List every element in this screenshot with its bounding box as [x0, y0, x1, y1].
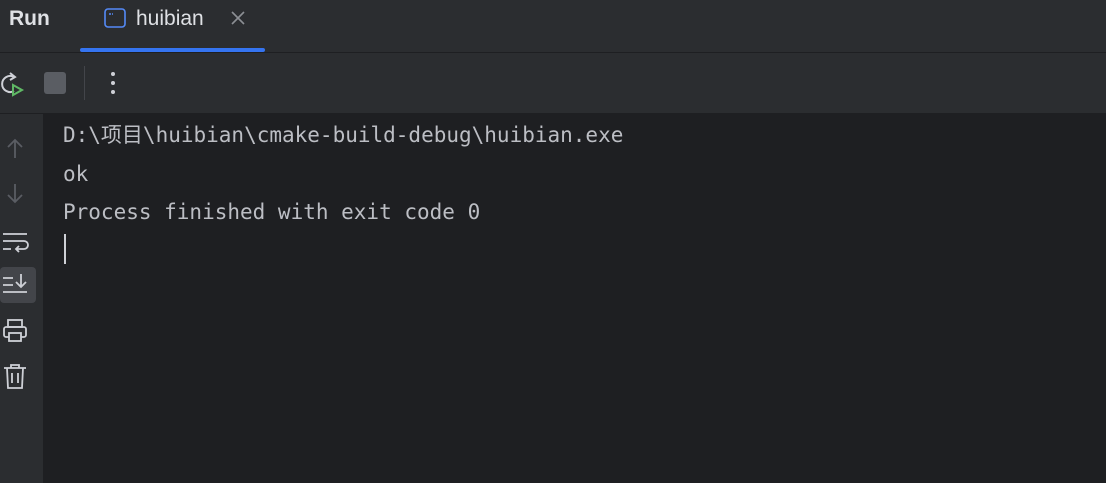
console-line: Process finished with exit code 0 — [63, 200, 481, 224]
tab-huibian[interactable]: huibian — [80, 0, 265, 52]
more-button[interactable] — [103, 69, 123, 97]
arrow-up-icon — [0, 132, 36, 168]
trash-icon — [0, 359, 36, 395]
close-icon[interactable] — [228, 8, 248, 28]
tab-label: huibian — [136, 7, 204, 30]
arrow-down-icon — [0, 176, 36, 212]
text-caret — [64, 234, 66, 264]
scroll-up-button[interactable] — [0, 132, 36, 168]
soft-wrap-button[interactable] — [0, 224, 36, 260]
active-tab-indicator — [80, 48, 265, 52]
print-icon — [0, 313, 36, 349]
toolbar-separator — [84, 66, 85, 100]
console-side-toolbar — [0, 114, 43, 483]
rerun-button[interactable] — [0, 69, 26, 99]
stop-button[interactable] — [44, 72, 66, 94]
run-toolbar — [0, 53, 1106, 114]
console-output[interactable]: D:\项目\huibian\cmake-build-debug\huibian.… — [44, 114, 1106, 483]
rerun-icon — [0, 69, 26, 99]
console-window-icon — [104, 8, 126, 28]
tool-window-title: Run — [9, 7, 50, 30]
more-vertical-icon — [103, 69, 123, 97]
console-line: ok — [63, 162, 89, 186]
scroll-to-end-button[interactable] — [0, 267, 36, 303]
clear-button[interactable] — [0, 359, 36, 395]
print-button[interactable] — [0, 313, 36, 349]
scroll-down-button[interactable] — [0, 176, 36, 212]
console-line: D:\项目\huibian\cmake-build-debug\huibian.… — [63, 123, 624, 147]
scroll-to-end-icon — [0, 267, 36, 303]
soft-wrap-icon — [0, 224, 36, 260]
run-tool-window-header: Run huibian — [0, 0, 1106, 53]
